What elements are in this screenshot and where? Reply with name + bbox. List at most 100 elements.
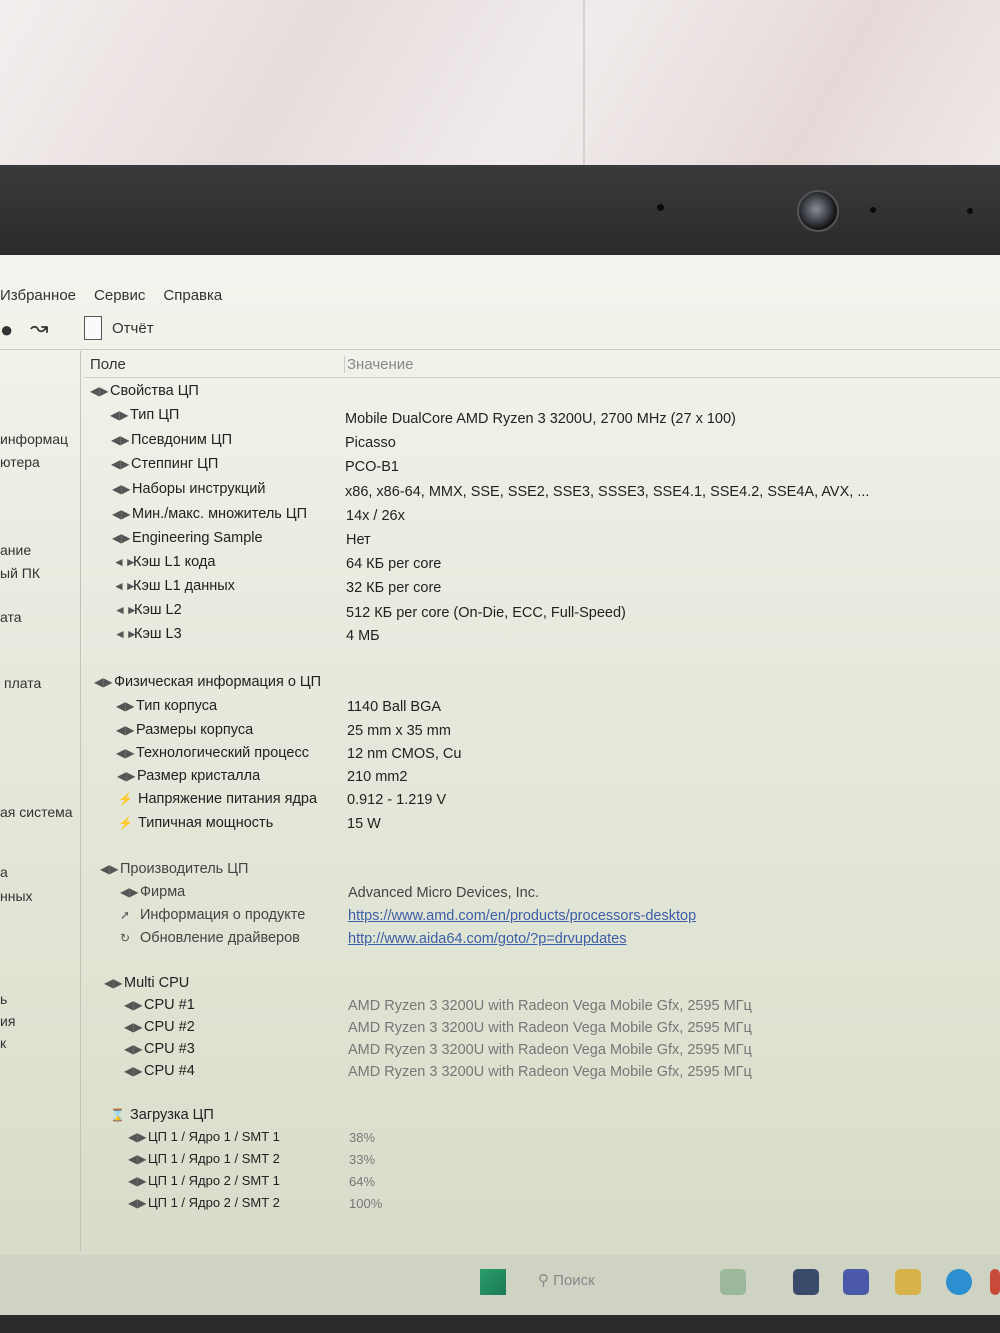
value-text: AMD Ryzen 3 3200U with Radeon Vega Mobil… (348, 1064, 752, 1080)
taskbar: ⚲ Поиск (0, 1255, 1000, 1315)
taskbar-search[interactable]: ⚲ Поиск (538, 1271, 595, 1289)
update-icon: ↻ (120, 931, 131, 945)
driver-update-link[interactable]: http://www.aida64.com/goto/?p=drvupdates (348, 931, 627, 947)
value-text: 210 mm2 (347, 769, 408, 785)
cpu-icon: ◀▶ (128, 1130, 147, 1144)
menu-favorites[interactable]: Избранное (0, 285, 76, 311)
sidebar-item[interactable]: плата (4, 675, 41, 691)
value-text: 512 КБ per core (On-Die, ECC, Full-Speed… (346, 605, 626, 621)
widgets-icon[interactable] (720, 1269, 746, 1295)
value-text: AMD Ryzen 3 3200U with Radeon Vega Mobil… (348, 998, 752, 1014)
list-item[interactable]: ◀▶ Тип корпуса (116, 698, 217, 714)
value-text: 32 КБ per core (346, 580, 442, 596)
sidebar-item[interactable]: информац (0, 431, 68, 447)
cache-icon: ◄► (113, 579, 137, 593)
list-item[interactable]: ↻ Обновление драйверов (120, 930, 300, 946)
section-physical[interactable]: ◀▶ Физическая информация о ЦП (94, 674, 321, 690)
value-text: 1140 Ball BGA (347, 699, 442, 715)
list-item[interactable]: ◀▶ CPU #2 (124, 1019, 195, 1035)
list-item[interactable]: ➚ Информация о продукте (120, 907, 305, 923)
cache-icon: ◄► (113, 555, 137, 569)
cpu-icon: ◀▶ (116, 746, 135, 760)
cpu-icon: ◀▶ (112, 507, 131, 521)
cpu-icon: ◀▶ (116, 699, 135, 713)
list-item[interactable]: ◄►Кэш L1 данных (113, 578, 235, 594)
section-cpu-props[interactable]: ◀▶ Свойства ЦП (90, 383, 199, 399)
list-item[interactable]: ◀▶ Наборы инструкций (112, 481, 265, 497)
windows-start-icon[interactable] (480, 1269, 506, 1295)
section-cpu-load[interactable]: ⌛ Загрузка ЦП (110, 1107, 214, 1123)
sidebar-item[interactable]: ый ПК (0, 565, 40, 581)
cpu-icon: ◀▶ (124, 1020, 143, 1034)
sidebar-item[interactable]: ютера (0, 454, 40, 470)
cpu-icon: ◀▶ (124, 1042, 143, 1056)
cpu-icon: ◀▶ (100, 862, 119, 876)
menu-help[interactable]: Справка (163, 285, 222, 311)
cpu-icon: ◀▶ (128, 1196, 147, 1210)
menu-service[interactable]: Сервис (94, 285, 145, 311)
value-text: Нет (346, 532, 371, 548)
value-text: 25 mm x 35 mm (347, 723, 451, 739)
section-multi-cpu[interactable]: ◀▶ Multi CPU (104, 975, 189, 991)
column-value[interactable]: Значение (344, 356, 414, 373)
cpu-icon: ◀▶ (124, 1064, 143, 1078)
cpu-icon: ◀▶ (128, 1152, 147, 1166)
sidebar-item[interactable]: а (0, 864, 8, 880)
list-item[interactable]: ◀▶ ЦП 1 / Ядро 2 / SMT 1 (128, 1173, 280, 1188)
chat-icon[interactable] (843, 1269, 869, 1295)
edge-browser-icon[interactable] (946, 1269, 972, 1295)
sidebar-tree: информац ютера ание ый ПК ата плата ая с… (0, 351, 81, 1251)
list-item[interactable]: ⚡ Напряжение питания ядра (118, 791, 317, 807)
cpu-icon: ◀▶ (112, 482, 131, 496)
cpu-icon: ◀▶ (111, 433, 130, 447)
list-item[interactable]: ◀▶ ЦП 1 / Ядро 1 / SMT 1 (128, 1129, 280, 1144)
list-item[interactable]: ◄►Кэш L2 (114, 602, 182, 618)
cache-icon: ◄► (114, 627, 138, 641)
value-text: AMD Ryzen 3 3200U with Radeon Vega Mobil… (348, 1042, 752, 1058)
list-item[interactable]: ◀▶ Степпинг ЦП (111, 456, 218, 472)
sidebar-item[interactable]: ата (0, 609, 22, 625)
list-item[interactable]: ◀▶ Размеры корпуса (116, 722, 253, 738)
cpu-icon: ◀▶ (117, 769, 136, 783)
list-item[interactable]: ⚡ Типичная мощность (118, 815, 273, 831)
value-text: Picasso (345, 435, 396, 451)
cache-icon: ◄► (114, 603, 138, 617)
column-field[interactable]: Поле (90, 356, 126, 373)
store-icon[interactable] (990, 1269, 1000, 1295)
list-item[interactable]: ◀▶ Размер кристалла (117, 768, 260, 784)
list-item[interactable]: ◀▶ Engineering Sample (112, 530, 263, 546)
report-button[interactable]: Отчёт (84, 316, 154, 340)
list-item[interactable]: ◄►Кэш L3 (114, 626, 182, 642)
list-item[interactable]: ◀▶ Фирма (120, 884, 185, 900)
user-icon[interactable]: ● (0, 317, 13, 343)
list-item[interactable]: ◀▶ Псевдоним ЦП (111, 432, 232, 448)
sidebar-item[interactable]: ание (0, 542, 31, 558)
sidebar-item[interactable]: ь (0, 991, 7, 1007)
list-item[interactable]: ◄►Кэш L1 кода (113, 554, 215, 570)
task-view-icon[interactable] (793, 1269, 819, 1295)
sidebar-item[interactable]: нных (0, 888, 33, 904)
list-item[interactable]: ◀▶ Технологический процесс (116, 745, 309, 761)
value-text: 100% (349, 1196, 383, 1211)
toolbar: ● ↝ Отчёт (0, 313, 1000, 350)
product-link[interactable]: https://www.amd.com/en/products/processo… (348, 908, 696, 924)
indicator-dot (967, 208, 973, 214)
chart-icon[interactable]: ↝ (30, 315, 48, 341)
cpu-icon: ◀▶ (110, 408, 129, 422)
list-item[interactable]: ◀▶ CPU #1 (124, 997, 195, 1013)
sidebar-item[interactable]: ия (0, 1013, 15, 1029)
cpu-icon: ◀▶ (104, 976, 123, 990)
cpu-icon: ◀▶ (90, 384, 109, 398)
list-item[interactable]: ◀▶ ЦП 1 / Ядро 1 / SMT 2 (128, 1151, 280, 1166)
section-manufacturer[interactable]: ◀▶ Производитель ЦП (100, 861, 248, 877)
list-item[interactable]: ◀▶ ЦП 1 / Ядро 2 / SMT 2 (128, 1195, 280, 1210)
sidebar-item[interactable]: ая система (0, 804, 73, 820)
value-text: 15 W (347, 816, 381, 832)
list-item[interactable]: ◀▶ Тип ЦП (110, 407, 179, 423)
link-icon: ➚ (120, 908, 131, 922)
file-explorer-icon[interactable] (895, 1269, 921, 1295)
list-item[interactable]: ◀▶ CPU #4 (124, 1063, 195, 1079)
sidebar-item[interactable]: к (0, 1035, 6, 1051)
list-item[interactable]: ◀▶ Мин./макс. множитель ЦП (112, 506, 307, 522)
list-item[interactable]: ◀▶ CPU #3 (124, 1041, 195, 1057)
